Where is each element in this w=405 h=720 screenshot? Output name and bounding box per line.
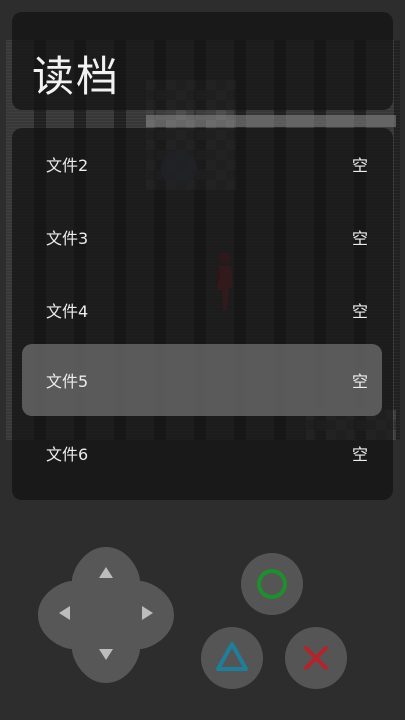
list-item-file-5-selected[interactable]: 文件5 空 [22,344,382,416]
cross-icon [304,646,328,670]
file-name: 文件3 [46,229,89,248]
dpad [38,547,174,683]
file-status: 空 [351,156,368,175]
game-screen: 读档 文件2 空 文件3 空 文件4 空 文件5 空 文件6 空 [0,0,405,720]
arrow-up-icon[interactable] [86,553,126,593]
file-name: 文件5 [46,372,89,391]
triangle-icon [216,642,248,671]
list-item-file-4[interactable]: 文件4 空 [22,274,382,346]
page-title: 读档 [32,52,121,101]
triangle-button[interactable] [201,627,263,689]
arrow-right-icon[interactable] [128,595,168,635]
cross-button[interactable] [285,627,347,689]
file-name: 文件2 [46,156,89,175]
list-item-file-2[interactable]: 文件2 空 [22,128,382,200]
file-status: 空 [351,302,368,321]
title-panel: 读档 [12,12,393,110]
file-status: 空 [351,229,368,248]
arrow-left-icon[interactable] [44,595,84,635]
file-status: 空 [351,445,368,464]
scene-wall-bar [146,115,396,127]
file-status: 空 [351,372,368,391]
file-name: 文件6 [46,445,89,464]
list-item-file-3[interactable]: 文件3 空 [22,201,382,273]
circle-icon [257,569,287,599]
arrow-down-icon[interactable] [86,637,126,677]
list-item-file-6[interactable]: 文件6 空 [22,417,382,489]
file-name: 文件4 [46,302,89,321]
circle-button[interactable] [241,553,303,615]
save-file-list: 文件2 空 文件3 空 文件4 空 文件5 空 文件6 空 [12,128,393,500]
